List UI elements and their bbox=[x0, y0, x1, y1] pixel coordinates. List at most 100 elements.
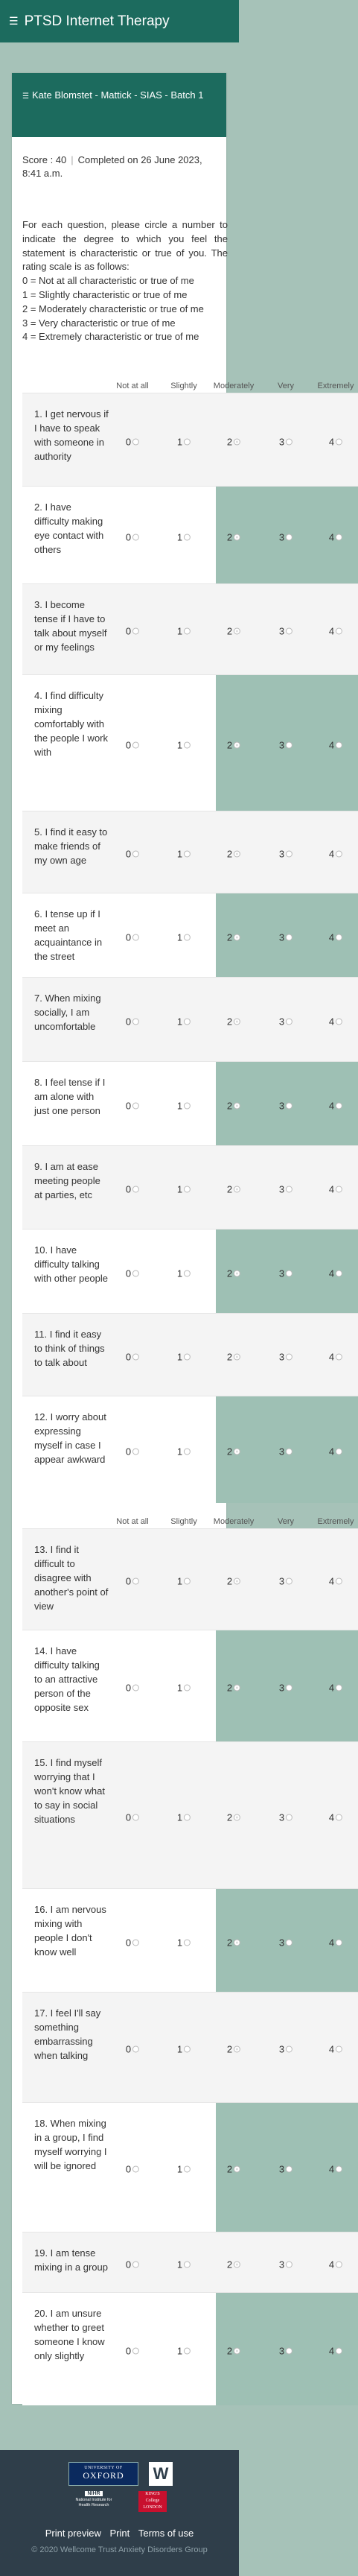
rating-option[interactable]: 3 bbox=[279, 1576, 293, 1587]
radio-button[interactable] bbox=[132, 2045, 140, 2053]
radio-button[interactable] bbox=[286, 438, 293, 445]
radio-button[interactable] bbox=[234, 534, 241, 540]
rating-option[interactable]: 1 bbox=[177, 1016, 191, 1027]
radio-button[interactable] bbox=[132, 1270, 140, 1276]
rating-option[interactable]: 1 bbox=[177, 436, 191, 447]
radio-button[interactable] bbox=[286, 1448, 293, 1455]
radio-button[interactable] bbox=[184, 1684, 191, 1692]
rating-option[interactable]: 4 bbox=[329, 1683, 343, 1694]
radio-button[interactable] bbox=[132, 534, 140, 540]
radio-button[interactable] bbox=[286, 2045, 293, 2053]
radio-button[interactable] bbox=[286, 850, 293, 858]
rating-option[interactable]: 3 bbox=[279, 1683, 293, 1694]
radio-button[interactable] bbox=[286, 1939, 293, 1946]
rating-option[interactable]: 3 bbox=[279, 626, 293, 637]
rating-option[interactable]: 4 bbox=[329, 1268, 343, 1279]
radio-button[interactable] bbox=[132, 741, 140, 748]
radio-button[interactable] bbox=[184, 1353, 191, 1360]
rating-option[interactable]: 4 bbox=[329, 931, 343, 943]
radio-button[interactable] bbox=[336, 1814, 343, 1820]
radio-button[interactable] bbox=[132, 2165, 140, 2173]
radio-button[interactable] bbox=[234, 1814, 241, 1820]
radio-button[interactable] bbox=[132, 1353, 140, 1360]
radio-button[interactable] bbox=[286, 741, 293, 748]
radio-button[interactable] bbox=[184, 1102, 191, 1109]
radio-button[interactable] bbox=[184, 1577, 191, 1585]
rating-option[interactable]: 1 bbox=[177, 1446, 191, 1458]
radio-button[interactable] bbox=[234, 1186, 241, 1193]
rating-option[interactable]: 1 bbox=[177, 1811, 191, 1823]
radio-button[interactable] bbox=[132, 1814, 140, 1820]
radio-button[interactable] bbox=[184, 741, 191, 748]
radio-button[interactable] bbox=[184, 1448, 191, 1455]
rating-option[interactable]: 2 bbox=[227, 2164, 241, 2175]
radio-button[interactable] bbox=[132, 627, 140, 635]
radio-button[interactable] bbox=[234, 1102, 241, 1109]
rating-option[interactable]: 4 bbox=[329, 1351, 343, 1362]
radio-button[interactable] bbox=[234, 1684, 241, 1692]
radio-button[interactable] bbox=[234, 2261, 241, 2268]
rating-option[interactable]: 0 bbox=[126, 1811, 140, 1823]
rating-option[interactable]: 1 bbox=[177, 626, 191, 637]
rating-option[interactable]: 3 bbox=[279, 531, 293, 542]
rating-option[interactable]: 3 bbox=[279, 2044, 293, 2055]
rating-option[interactable]: 3 bbox=[279, 1100, 293, 1111]
radio-button[interactable] bbox=[184, 2045, 191, 2053]
radio-button[interactable] bbox=[286, 1353, 293, 1360]
rating-option[interactable]: 0 bbox=[126, 2259, 140, 2270]
radio-button[interactable] bbox=[132, 1018, 140, 1025]
rating-option[interactable]: 3 bbox=[279, 739, 293, 750]
rating-option[interactable]: 3 bbox=[279, 1184, 293, 1195]
radio-button[interactable] bbox=[336, 1684, 343, 1692]
rating-option[interactable]: 4 bbox=[329, 2346, 343, 2357]
rating-option[interactable]: 4 bbox=[329, 531, 343, 542]
radio-button[interactable] bbox=[132, 1684, 140, 1692]
rating-option[interactable]: 4 bbox=[329, 1576, 343, 1587]
rating-option[interactable]: 0 bbox=[126, 2164, 140, 2175]
rating-option[interactable]: 2 bbox=[227, 1446, 241, 1458]
radio-button[interactable] bbox=[336, 1939, 343, 1946]
radio-button[interactable] bbox=[184, 1270, 191, 1276]
rating-option[interactable]: 3 bbox=[279, 2259, 293, 2270]
radio-button[interactable] bbox=[132, 1448, 140, 1455]
radio-button[interactable] bbox=[184, 2261, 191, 2268]
rating-option[interactable]: 3 bbox=[279, 1446, 293, 1458]
rating-option[interactable]: 1 bbox=[177, 2164, 191, 2175]
radio-button[interactable] bbox=[336, 2261, 343, 2268]
radio-button[interactable] bbox=[132, 1577, 140, 1585]
rating-option[interactable]: 4 bbox=[329, 1016, 343, 1027]
rating-option[interactable]: 4 bbox=[329, 849, 343, 860]
radio-button[interactable] bbox=[234, 1448, 241, 1455]
radio-button[interactable] bbox=[286, 934, 293, 940]
rating-option[interactable]: 2 bbox=[227, 1937, 241, 1948]
rating-option[interactable]: 0 bbox=[126, 1576, 140, 1587]
radio-button[interactable] bbox=[286, 1577, 293, 1585]
radio-button[interactable] bbox=[336, 2165, 343, 2173]
rating-option[interactable]: 4 bbox=[329, 2164, 343, 2175]
radio-button[interactable] bbox=[336, 850, 343, 858]
terms-link[interactable]: Terms of use bbox=[138, 2528, 194, 2539]
rating-option[interactable]: 1 bbox=[177, 2346, 191, 2357]
radio-button[interactable] bbox=[234, 741, 241, 748]
rating-option[interactable]: 0 bbox=[126, 531, 140, 542]
rating-option[interactable]: 2 bbox=[227, 849, 241, 860]
rating-option[interactable]: 0 bbox=[126, 1446, 140, 1458]
radio-button[interactable] bbox=[336, 934, 343, 940]
rating-option[interactable]: 0 bbox=[126, 436, 140, 447]
rating-option[interactable]: 2 bbox=[227, 531, 241, 542]
radio-button[interactable] bbox=[286, 1270, 293, 1276]
rating-option[interactable]: 2 bbox=[227, 1683, 241, 1694]
radio-button[interactable] bbox=[234, 627, 241, 635]
radio-button[interactable] bbox=[234, 850, 241, 858]
radio-button[interactable] bbox=[336, 438, 343, 445]
rating-option[interactable]: 4 bbox=[329, 626, 343, 637]
rating-option[interactable]: 0 bbox=[126, 2044, 140, 2055]
rating-option[interactable]: 0 bbox=[126, 1937, 140, 1948]
rating-option[interactable]: 0 bbox=[126, 1184, 140, 1195]
radio-button[interactable] bbox=[132, 1939, 140, 1946]
radio-button[interactable] bbox=[234, 1353, 241, 1360]
rating-option[interactable]: 0 bbox=[126, 1016, 140, 1027]
rating-option[interactable]: 1 bbox=[177, 2044, 191, 2055]
radio-button[interactable] bbox=[132, 2347, 140, 2355]
rating-option[interactable]: 4 bbox=[329, 1937, 343, 1948]
